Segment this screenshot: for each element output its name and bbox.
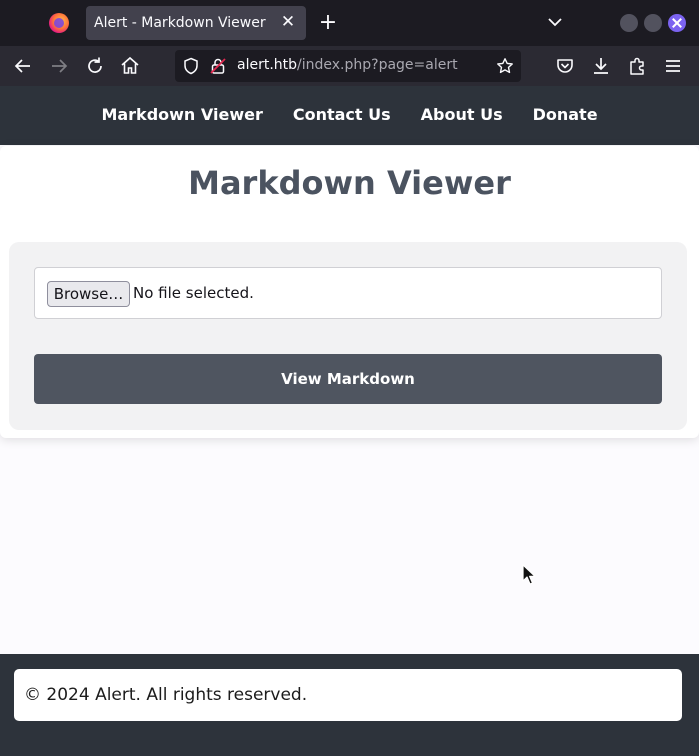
close-window-icon[interactable] (668, 14, 686, 32)
maximize-window-icon[interactable] (644, 14, 662, 32)
browser-tab-active[interactable]: Alert - Markdown Viewer ✕ (86, 6, 306, 40)
minimize-window-icon[interactable] (620, 14, 638, 32)
extensions-puzzle-icon[interactable] (625, 54, 649, 78)
nav-link-markdown-viewer[interactable]: Markdown Viewer (101, 105, 262, 124)
nav-link-contact-us[interactable]: Contact Us (293, 105, 391, 124)
hamburger-menu-icon[interactable] (661, 54, 685, 78)
page-title: Markdown Viewer (188, 164, 511, 202)
firefox-logo-icon[interactable] (49, 13, 69, 33)
page-viewport: Markdown Viewer Contact Us About Us Donate … (0, 86, 699, 756)
bookmark-star-icon[interactable] (495, 56, 515, 76)
footer-box: © 2024 Alert. All rights reserved. (14, 669, 682, 721)
site-footer: © 2024 Alert. All rights reserved. (0, 654, 699, 756)
close-icon[interactable]: ✕ (278, 12, 298, 32)
main-card: Markdown Viewer Browse… No file selected… (0, 146, 699, 438)
browser-nav-bar: alert.htb/index.php?page=alert (0, 46, 699, 86)
pocket-icon[interactable] (553, 54, 577, 78)
download-icon[interactable] (589, 54, 613, 78)
forward-arrow-icon[interactable] (47, 54, 71, 78)
back-arrow-icon[interactable] (11, 54, 35, 78)
url-path: /index.php?page=alert (297, 57, 458, 73)
browse-button[interactable]: Browse… (47, 281, 130, 307)
file-status-text: No file selected. (133, 284, 254, 302)
plus-icon[interactable]: + (316, 11, 340, 35)
url-host: alert.htb (237, 57, 298, 73)
address-bar[interactable]: alert.htb/index.php?page=alert (175, 50, 521, 82)
nav-link-donate[interactable]: Donate (533, 105, 598, 124)
insecure-lock-icon[interactable] (208, 56, 228, 76)
file-input[interactable]: Browse… No file selected. (34, 267, 662, 319)
site-nav: Markdown Viewer Contact Us About Us Donate (0, 105, 699, 124)
reload-icon[interactable] (83, 54, 107, 78)
mouse-pointer-icon (522, 564, 536, 586)
upload-form: Browse… No file selected. View Markdown (9, 242, 687, 430)
shield-icon[interactable] (181, 56, 201, 76)
tab-title: Alert - Markdown Viewer (94, 15, 266, 31)
site-header: Markdown Viewer Contact Us About Us Donate (0, 86, 699, 145)
chevron-down-icon[interactable] (545, 12, 565, 32)
browser-tab-bar: Alert - Markdown Viewer ✕ + (0, 0, 699, 46)
home-icon[interactable] (118, 54, 142, 78)
footer-copyright: © 2024 Alert. All rights reserved. (24, 685, 308, 705)
nav-link-about-us[interactable]: About Us (421, 105, 503, 124)
view-markdown-button[interactable]: View Markdown (34, 354, 662, 404)
url-text: alert.htb/index.php?page=alert (237, 57, 458, 73)
